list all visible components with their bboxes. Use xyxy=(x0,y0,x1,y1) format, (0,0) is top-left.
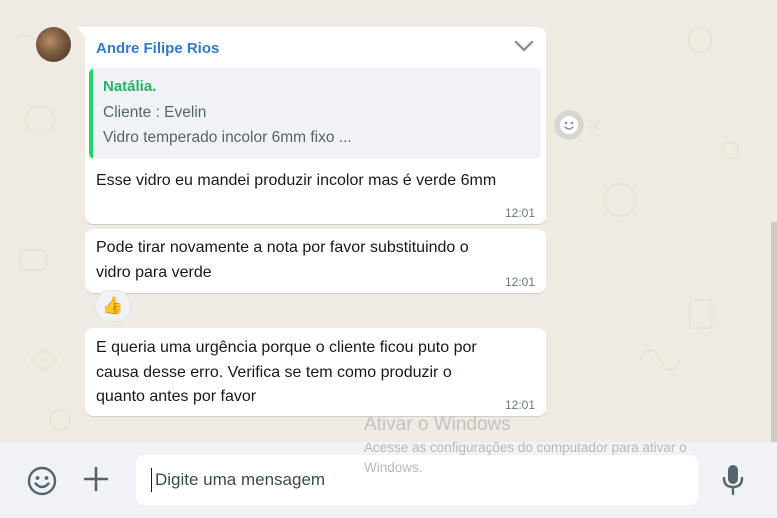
message-time: 12:01 xyxy=(504,275,535,289)
chevron-down-icon[interactable] xyxy=(514,39,534,53)
message-text-line: vidro para verde xyxy=(96,263,212,281)
quoted-message[interactable]: Natália. Cliente : Evelin Vidro temperad… xyxy=(89,68,541,159)
emoji-icon[interactable] xyxy=(26,465,58,497)
quote-accent-bar xyxy=(89,68,93,159)
message-bubble[interactable]: Andre Filipe Rios Natália. Cliente : Eve… xyxy=(77,27,546,224)
plus-icon[interactable] xyxy=(82,465,110,493)
message-text: Esse vidro eu mandei produzir incolor ma… xyxy=(96,172,497,189)
microphone-icon[interactable] xyxy=(718,463,748,497)
text-caret xyxy=(151,468,152,492)
message-text-line: quanto antes por favor xyxy=(96,388,257,405)
message-time: 12:01 xyxy=(504,398,535,412)
message-text: Pode tirar novamente a nota por favor su… xyxy=(96,236,469,285)
message-bubble[interactable]: Pode tirar novamente a nota por favor su… xyxy=(85,229,546,293)
message-text-line: Pode tirar novamente a nota por favor su… xyxy=(96,239,469,256)
message-text-line: E queria uma urgência porque o cliente f… xyxy=(96,339,477,356)
message-input[interactable] xyxy=(136,455,698,505)
message-text-line: causa desse erro. Verifica se tem como p… xyxy=(96,363,452,381)
quote-line: Vidro temperado incolor 6mm fixo ... xyxy=(103,129,352,146)
message-text: E queria uma urgência porque o cliente f… xyxy=(96,336,477,410)
bubble-tail xyxy=(77,27,85,37)
sender-name[interactable]: Andre Filipe Rios xyxy=(96,40,219,57)
quote-author: Natália. xyxy=(103,78,157,95)
avatar[interactable] xyxy=(36,27,71,62)
chat-panel: Andre Filipe Rios Natália. Cliente : Eve… xyxy=(0,0,777,442)
scrollbar[interactable] xyxy=(771,222,777,442)
quote-line: Cliente : Evelin xyxy=(103,104,207,121)
message-bubble[interactable]: E queria uma urgência porque o cliente f… xyxy=(85,328,546,416)
message-time: 12:01 xyxy=(504,206,535,220)
reaction-badge[interactable]: 👍 xyxy=(95,290,131,322)
smiley-icon[interactable] xyxy=(554,110,584,140)
